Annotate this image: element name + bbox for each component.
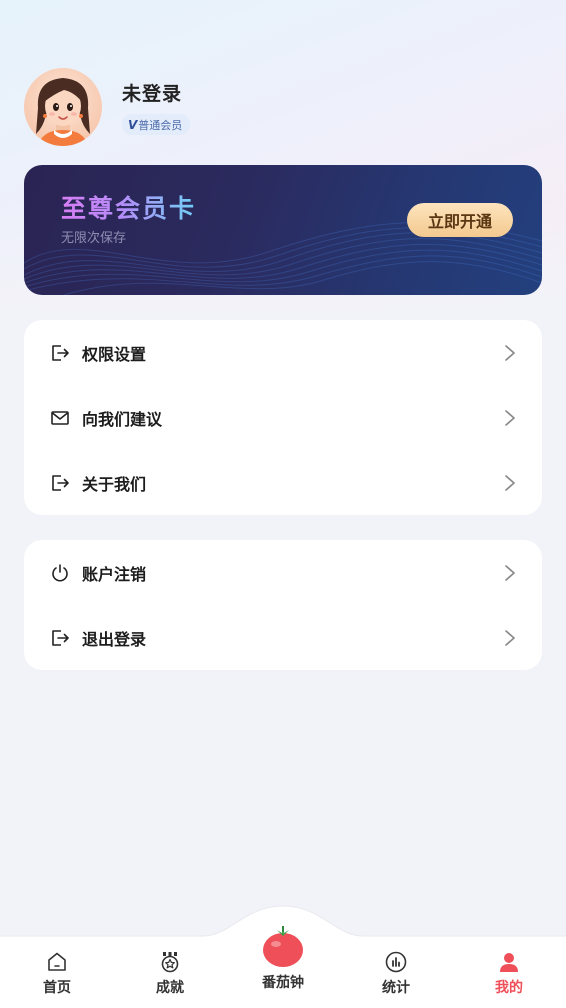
chevron-right-icon xyxy=(505,564,515,581)
activate-vip-button[interactable]: 立即开通 xyxy=(407,203,513,237)
vip-mark-icon: V xyxy=(128,117,138,132)
settings-menu-card: 权限设置 向我们建议 关于我们 xyxy=(24,320,542,515)
member-level-label: 普通会员 xyxy=(138,118,183,132)
menu-item-label: 账户注销 xyxy=(82,564,147,584)
menu-item-about[interactable]: 关于我们 xyxy=(24,450,542,515)
menu-item-label: 向我们建议 xyxy=(82,409,163,429)
bottom-tab-bar: 首页 成就 番茄钟 统计 我的 xyxy=(0,900,566,1008)
account-menu-card: 账户注销 退出登录 xyxy=(24,540,542,670)
chevron-right-icon xyxy=(505,629,515,646)
home-icon xyxy=(48,952,66,971)
menu-item-delete-account[interactable]: 账户注销 xyxy=(24,540,542,605)
chevron-right-icon xyxy=(505,409,515,426)
tab-mine[interactable]: 我的 xyxy=(469,950,549,997)
menu-item-feedback[interactable]: 向我们建议 xyxy=(24,385,542,450)
vip-card-title: 至尊会员卡 xyxy=(61,189,196,225)
user-icon xyxy=(500,953,518,972)
tab-label: 成就 xyxy=(156,980,184,996)
logout-arrow-icon xyxy=(52,344,69,361)
tab-home[interactable]: 首页 xyxy=(17,950,97,997)
menu-item-label: 退出登录 xyxy=(82,629,147,649)
vip-card[interactable]: 至尊会员卡 无限次保存 立即开通 xyxy=(24,165,542,295)
menu-item-logout[interactable]: 退出登录 xyxy=(24,605,542,670)
chevron-right-icon xyxy=(505,344,515,361)
logout-arrow-icon xyxy=(52,629,69,646)
tab-pomodoro[interactable]: 番茄钟 xyxy=(243,926,323,992)
menu-item-permissions[interactable]: 权限设置 xyxy=(24,320,542,385)
tomato-icon xyxy=(263,926,303,967)
medal-icon xyxy=(161,952,179,973)
chevron-right-icon xyxy=(505,474,515,491)
member-level-badge: V 普通会员 xyxy=(122,114,191,135)
tab-label: 首页 xyxy=(43,980,71,996)
user-name[interactable]: 未登录 xyxy=(122,79,190,106)
vip-card-subtitle: 无限次保存 xyxy=(61,231,127,246)
logout-arrow-icon xyxy=(52,474,69,491)
tab-label: 我的 xyxy=(495,980,523,996)
menu-item-label: 权限设置 xyxy=(82,344,147,364)
mail-icon xyxy=(51,410,69,425)
stats-icon xyxy=(385,951,407,973)
tab-stats[interactable]: 统计 xyxy=(356,950,436,997)
profile-section[interactable]: 未登录 V 普通会员 xyxy=(24,67,191,147)
tab-label: 番茄钟 xyxy=(262,975,304,991)
power-icon xyxy=(52,563,68,581)
tab-label: 统计 xyxy=(382,980,410,996)
menu-item-label: 关于我们 xyxy=(82,474,147,494)
tab-achievements[interactable]: 成就 xyxy=(130,950,210,997)
avatar[interactable] xyxy=(24,68,102,146)
